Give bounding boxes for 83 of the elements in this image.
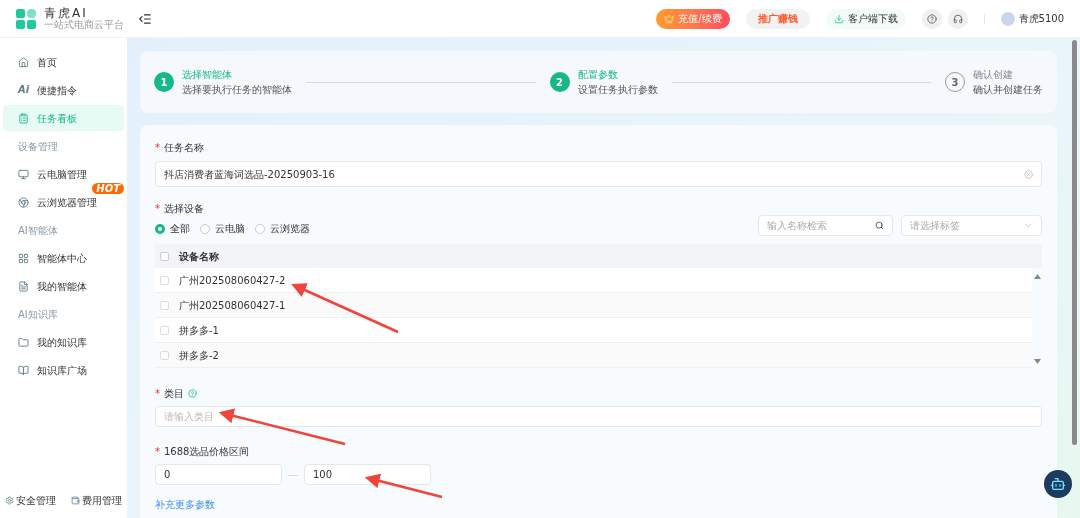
- avatar[interactable]: [1000, 11, 1015, 26]
- help-button[interactable]: [921, 8, 942, 29]
- logo-icon: [16, 8, 36, 29]
- step-title: 确认创建: [973, 68, 1014, 82]
- table-cell-text: 拼多多-1: [179, 323, 219, 338]
- sidebar-item[interactable]: 我的智能体: [3, 273, 124, 299]
- hot-badge: HOT: [92, 183, 124, 194]
- radio-option[interactable]: 全部: [155, 221, 190, 236]
- table-row[interactable]: 广州202508060427-2: [155, 268, 1032, 293]
- sidebar-item[interactable]: 知识库广场: [3, 357, 124, 383]
- sidebar-item[interactable]: 智能体中心: [3, 245, 124, 271]
- checkbox[interactable]: [160, 325, 169, 335]
- sidebar-item[interactable]: 我的知识库: [3, 329, 124, 355]
- sidebar-item[interactable]: 首页: [3, 49, 124, 75]
- grid-icon: [18, 252, 29, 264]
- radio-option[interactable]: 云电脑: [200, 221, 245, 236]
- help-icon[interactable]: [188, 389, 197, 398]
- document-icon: [18, 280, 29, 292]
- field-label: 任务名称: [164, 141, 204, 155]
- ai-icon: Ai: [18, 85, 30, 95]
- min-price-field[interactable]: 0: [155, 464, 282, 485]
- scrollbar[interactable]: [1072, 40, 1077, 445]
- required-mark: *: [155, 202, 160, 216]
- required-mark: *: [155, 141, 160, 155]
- robot-icon: [1050, 476, 1066, 492]
- scroll-up-icon[interactable]: [1034, 274, 1041, 279]
- max-price-field[interactable]: 100: [304, 464, 431, 485]
- sidebar-section-title: AI智能体: [17, 223, 59, 238]
- radio-button[interactable]: [155, 223, 165, 234]
- headset-icon: [952, 13, 963, 24]
- checkbox[interactable]: [160, 300, 169, 310]
- range-separator: —: [288, 468, 298, 482]
- monitor-icon: [18, 168, 29, 180]
- radio-option[interactable]: 云浏览器: [255, 221, 310, 236]
- download-icon: [833, 13, 844, 24]
- chevron-down-icon: [1024, 221, 1033, 230]
- step-subtitle: 设置任务执行参数: [577, 83, 658, 97]
- step-number: 2: [549, 72, 570, 92]
- clipboard-icon: [18, 112, 29, 124]
- brand-name: 青虎AI: [44, 7, 88, 19]
- search-icon: [875, 221, 884, 230]
- radio-button[interactable]: [200, 223, 210, 234]
- checkbox[interactable]: [160, 275, 169, 285]
- field-label: 1688选品价格区间: [164, 445, 250, 459]
- sidebar-item[interactable]: Ai 便捷指令: [3, 77, 124, 103]
- clear-icon[interactable]: [1024, 169, 1033, 179]
- step-subtitle: 选择要执行任务的智能体: [182, 83, 292, 97]
- footer-link[interactable]: 安全管理: [5, 493, 56, 508]
- wallet-icon: [71, 496, 80, 505]
- radio-button[interactable]: [255, 223, 265, 234]
- footer-link[interactable]: 费用管理: [71, 493, 122, 508]
- step-title: 选择智能体: [182, 68, 233, 82]
- browser-icon: [18, 196, 29, 208]
- menu-icon[interactable]: [138, 11, 152, 26]
- category-field[interactable]: 请输入类目: [155, 406, 1042, 427]
- help-icon: [926, 13, 937, 24]
- sidebar-section-title: AI知识库: [17, 307, 59, 322]
- checkbox[interactable]: [160, 251, 169, 261]
- required-mark: *: [155, 387, 160, 401]
- step-title: 配置参数: [577, 68, 619, 82]
- table-row[interactable]: 拼多多-1: [155, 318, 1032, 343]
- sidebar-section-title: 设备管理: [17, 139, 59, 154]
- checkbox[interactable]: [160, 350, 169, 360]
- gear-icon: [5, 496, 14, 505]
- task-name-field[interactable]: 抖店消费者蓝海词选品-20250903-16: [155, 161, 1042, 187]
- required-mark: *: [155, 445, 160, 459]
- home-icon: [18, 56, 29, 68]
- field-label: 选择设备: [164, 202, 204, 216]
- crown-icon: [664, 13, 675, 24]
- step-number: 1: [154, 72, 174, 92]
- user-name[interactable]: 青虎5100: [1018, 11, 1064, 26]
- field-label: 类目: [164, 387, 184, 401]
- folder-icon: [18, 336, 29, 348]
- scroll-down-icon[interactable]: [1034, 359, 1041, 364]
- download-button[interactable]: 客户端下载: [825, 8, 906, 29]
- assistant-button[interactable]: [1044, 470, 1072, 498]
- table-cell-text: 拼多多-2: [179, 348, 219, 363]
- table-cell-text: 广州202508060427-1: [179, 298, 286, 313]
- column-header: 设备名称: [179, 249, 219, 264]
- support-button[interactable]: [947, 8, 968, 29]
- step-subtitle: 确认并创建任务: [973, 83, 1043, 97]
- table-cell-text: 广州202508060427-2: [179, 273, 286, 288]
- book-icon: [18, 364, 29, 376]
